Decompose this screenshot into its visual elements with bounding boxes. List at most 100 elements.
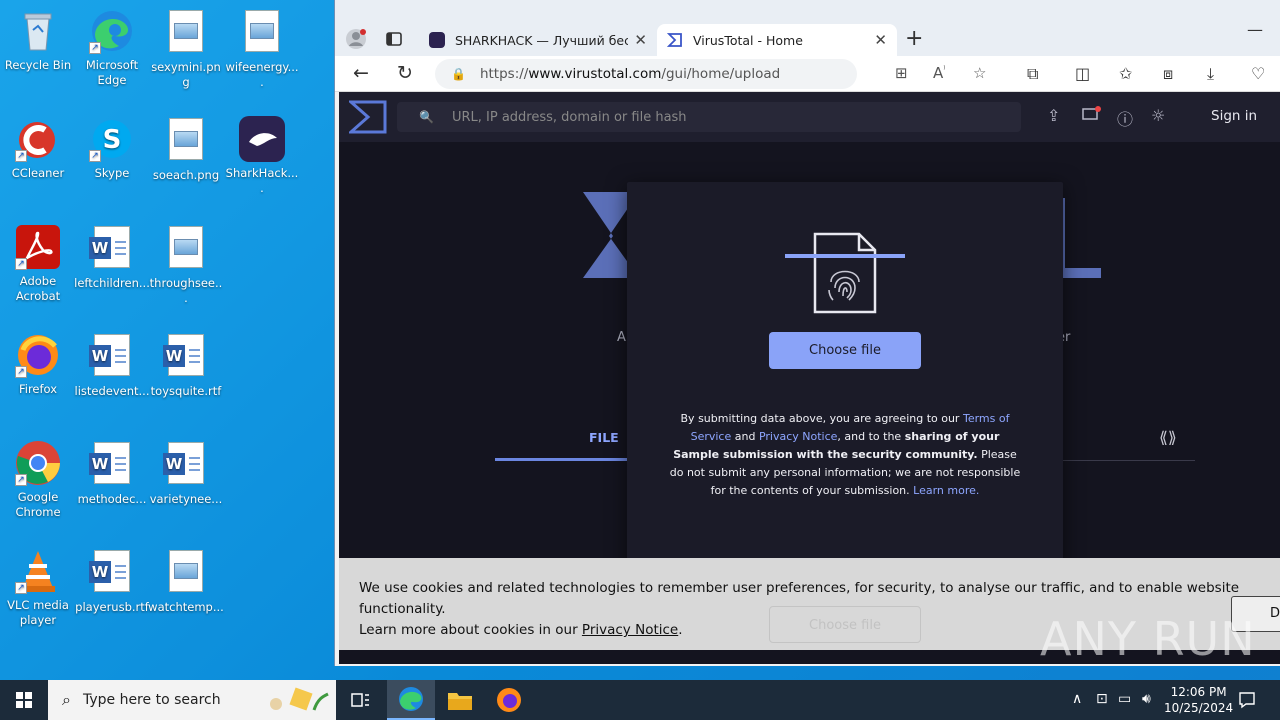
sign-in-link[interactable]: Sign in [1211,108,1257,124]
anyrun-watermark: ANY RUN [1040,612,1256,666]
read-aloud-icon[interactable]: A⁾ [933,64,945,82]
tab-virustotal[interactable]: VirusTotal - Home ✕ [657,24,897,56]
submission-disclaimer: By submitting data above, you are agreei… [669,412,1021,497]
svg-text:S: S [103,125,122,155]
show-hidden-icons-chevron-up-icon[interactable]: ∧ [1072,691,1082,707]
taskbar-search-input[interactable]: ⌕ Type here to search [48,680,336,720]
desktop-icon-label: soeach.png [152,168,220,182]
desktop-icon-soeach[interactable]: soeach.png [148,116,224,183]
desktop-icon-sharkhack[interactable]: SharkHack.... [224,116,300,196]
profile-avatar-icon[interactable] [345,28,367,55]
desktop-icon-firefox[interactable]: ↗ Firefox [0,332,76,397]
desktop-icon-recycle-bin[interactable]: Recycle Bin [0,8,76,73]
vlc-icon: ↗ [15,548,61,594]
taskbar: ⌕ Type here to search ∧ ⊡ ▭ 🔊︎ 12:06 PM … [0,680,1280,720]
split-screen-icon[interactable]: ◫ [1075,64,1090,83]
firefox-icon: ↗ [15,332,61,378]
address-bar: ← ↻ 🔒 https://www.virustotal.com/gui/hom… [335,56,1280,92]
desktop-icon-listedevent[interactable]: W listedevent... [74,332,150,399]
clock[interactable]: 12:06 PM 10/25/2024 [1164,684,1233,716]
taskbar-edge[interactable] [387,680,435,720]
firefox-icon [497,688,521,712]
taskbar-file-explorer[interactable] [436,680,484,720]
tab-file[interactable]: FILE [589,430,619,445]
url-prefix: https:// [479,66,529,82]
extensions-icon[interactable]: ⧉ [1027,64,1038,84]
search-placeholder: Type here to search [82,692,221,708]
shortcut-arrow-icon: ↗ [15,258,27,270]
tab-bar: SHARKHACK — Лучший беспл ✕ VirusTotal - … [335,0,1280,56]
notifications-icon[interactable] [1238,691,1256,713]
image-file-icon [245,10,279,52]
collections-icon[interactable]: ⧈ [1163,64,1173,84]
taskbar-firefox[interactable] [485,680,533,720]
shortcut-arrow-icon: ↗ [15,366,27,378]
desktop-icon-watchtemp[interactable]: watchtemp... [148,548,224,615]
desktop-icon-label: leftchildren... [74,276,150,290]
back-arrow-icon[interactable]: ← [353,62,369,84]
vt-search-input[interactable]: 🔍 URL, IP address, domain or file hash [397,102,1021,132]
close-tab-icon[interactable]: ✕ [634,31,647,49]
desktop-icon-label: varietynee... [149,492,223,506]
desktop-icon-ccleaner[interactable]: ↗ CCleaner [0,116,76,181]
display-icon[interactable]: ▭ [1118,691,1131,707]
edge-browser-window: SHARKHACK — Лучший беспл ✕ VirusTotal - … [334,0,1280,666]
shortcut-arrow-icon: ↗ [89,42,101,54]
virustotal-page: 🔍 URL, IP address, domain or file hash ⇪… [339,92,1280,664]
word-document-icon: W [89,442,130,484]
upload-icon[interactable]: ⇪ [1047,106,1060,125]
desktop-icon-label: Google Chrome [15,490,61,519]
desktop-icon-sexymini[interactable]: sexymini.png [148,8,224,90]
choose-file-button[interactable]: Choose file [769,332,921,369]
desktop-icon-label: throughsee... [149,276,223,305]
task-view-button[interactable] [336,680,384,720]
favorite-star-icon[interactable]: ☆ [973,64,986,82]
desktop-icon-varietynee[interactable]: W varietynee... [148,440,224,507]
desktop-icon-google-chrome[interactable]: ↗ Google Chrome [0,440,76,520]
url-host: www.virustotal.com [528,66,662,82]
virustotal-logo-icon[interactable] [349,100,387,134]
cookie-privacy-link[interactable]: Privacy Notice [582,622,678,638]
favorites-icon[interactable]: ✩ [1119,64,1132,83]
start-button[interactable] [0,680,48,720]
downloads-icon[interactable]: ⤓ [1207,64,1214,84]
tab-actions-icon[interactable] [385,30,403,53]
desktop-icon-microsoft-edge[interactable]: ↗ Microsoft Edge [74,8,150,88]
theme-toggle-icon[interactable]: ☼ [1151,106,1165,125]
network-status-icon[interactable]: ⊡ [1096,691,1108,707]
desktop-icon-playerusb[interactable]: W playerusb.rtf [74,548,150,615]
tagline-left: A [617,330,626,345]
desktop-icon-skype[interactable]: S ↗ Skype [74,116,150,181]
search-icon: ⌕ [62,690,71,709]
desktop-icon-label: Recycle Bin [4,58,72,72]
recycle-bin-icon [15,8,61,54]
close-tab-icon[interactable]: ✕ [874,31,887,49]
desktop-icon-leftchildren[interactable]: W leftchildren... [74,224,150,291]
url-field[interactable]: 🔒 https://www.virustotal.com/gui/home/up… [435,59,857,89]
word-document-icon: W [89,226,130,268]
desktop-icon-methodec[interactable]: W methodec... [74,440,150,507]
desktop-icon-vlc[interactable]: ↗ VLC media player [0,548,76,628]
advanced-search-icon[interactable]: ⟪⟫ [1159,428,1177,447]
new-tab-button[interactable]: + [905,26,923,51]
vt-header: 🔍 URL, IP address, domain or file hash ⇪… [339,92,1280,142]
desktop-icon-wifeenergy[interactable]: wifeenergy.... [224,8,300,90]
browser-essentials-icon[interactable]: ♡ [1251,64,1265,83]
edge-icon [399,687,423,711]
app-available-icon[interactable]: ⊞ [895,64,908,82]
learn-more-link[interactable]: Learn more. [913,484,979,497]
help-icon[interactable]: ⓘ [1117,106,1133,130]
privacy-notice-link[interactable]: Privacy Notice [759,430,837,443]
desktop-icon-label: methodec... [77,492,147,506]
desktop-icon-throughsee[interactable]: throughsee... [148,224,224,306]
tab-sharkhack[interactable]: SHARKHACK — Лучший беспл ✕ [419,24,657,56]
volume-icon[interactable]: 🔊︎ [1142,691,1151,707]
refresh-icon[interactable]: ↻ [397,62,413,84]
desktop-icon-toysquite[interactable]: W toysquite.rtf [148,332,224,399]
desktop-icon-label: sexymini.png [151,60,221,89]
desktop-icon-adobe-acrobat[interactable]: ↗ Adobe Acrobat [0,224,76,304]
notifications-icon[interactable] [1081,106,1101,128]
minimize-button[interactable]: — [1247,20,1263,39]
desktop-icon-label: Adobe Acrobat [15,274,61,303]
desktop-icon-label: listedevent... [74,384,150,398]
